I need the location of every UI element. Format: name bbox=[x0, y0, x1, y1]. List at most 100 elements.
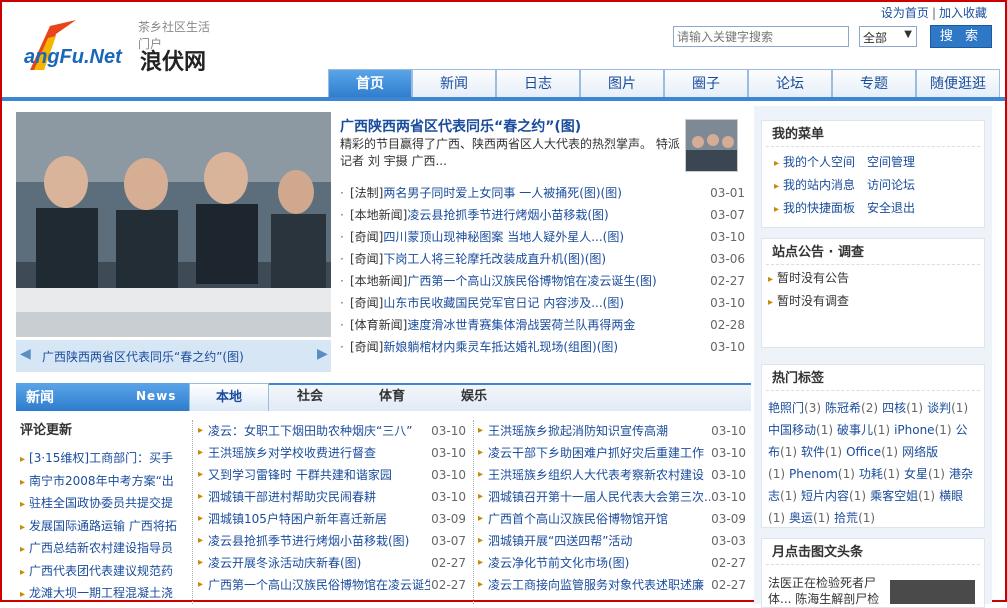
news-title[interactable]: 凌云净化节前文化市场(图) bbox=[488, 552, 710, 574]
list-item[interactable]: ▸ [3·15维权]工商部门：买手 bbox=[20, 447, 180, 470]
news-title[interactable]: 广西第一个高山汉族民俗博物馆在凌云诞生 bbox=[208, 574, 430, 596]
list-item[interactable]: ▸ 凌云净化节前文化市场(图) 02-27 bbox=[478, 552, 746, 574]
list-item[interactable]: ▸ 凌云：女职工下烟田助农种烟庆“三八” 03-10 bbox=[198, 420, 466, 442]
news-title[interactable]: 王洪瑶族乡组织人大代表考察新农村建设 bbox=[488, 464, 710, 486]
list-item[interactable]: ▸ 泗城镇开展“四送四帮”活动 03-03 bbox=[478, 530, 746, 552]
tag-link[interactable]: 横眼 bbox=[939, 489, 963, 503]
nav-browse[interactable]: 随便逛逛 bbox=[916, 69, 1000, 98]
comment-text[interactable]: 南宁市2008年中考方案“出 bbox=[29, 474, 174, 488]
tag-link[interactable]: 谈判 bbox=[927, 401, 951, 415]
news-title[interactable]: 凌云县抢抓季节进行烤烟小苗移栽(图) bbox=[407, 208, 608, 222]
feature-photo[interactable] bbox=[16, 112, 331, 337]
search-button[interactable]: 搜 索 bbox=[930, 25, 992, 48]
tag-link[interactable]: 网络版 bbox=[902, 445, 938, 459]
news-title[interactable]: 王洪瑶族乡掀起消防知识宣传高潮 bbox=[488, 420, 710, 442]
news-title[interactable]: 泗城镇105户特困户新年喜迁新居 bbox=[208, 508, 430, 530]
list-item[interactable]: ▸ 泗城镇召开第十一届人民代表大会第三次... 03-10 bbox=[478, 486, 746, 508]
news-title[interactable]: 四川蒙顶山现神秘图案 当地人疑外星人...(图) bbox=[383, 230, 624, 244]
list-item[interactable]: ▸ 凌云县抢抓季节进行烤烟小苗移栽(图) 03-07 bbox=[198, 530, 466, 552]
tag-link[interactable]: 乘客空姐 bbox=[870, 489, 918, 503]
search-scope-select[interactable]: 全部 ▼ bbox=[859, 26, 917, 47]
news-title[interactable]: 凌云：女职工下烟田助农种烟庆“三八” bbox=[208, 420, 430, 442]
menu-logout[interactable]: 安全退出 bbox=[867, 201, 915, 215]
menu-messages[interactable]: 我的站内消息 bbox=[783, 178, 855, 192]
menu-my-space[interactable]: 我的个人空间 bbox=[783, 155, 855, 169]
news-title[interactable]: 广西第一个高山汉族民俗博物馆在凌云诞生(图) bbox=[407, 274, 656, 288]
headline-title[interactable]: 广西陕西两省区代表同乐“春之约”(图) bbox=[340, 116, 581, 136]
tag-link[interactable]: 女星 bbox=[904, 467, 928, 481]
tag-link[interactable]: 艳照门 bbox=[768, 401, 804, 415]
tag-link[interactable]: 拾荒 bbox=[834, 511, 858, 525]
list-item[interactable]: ▸ 凌云工商接向监管服务对象代表述职述廉 02-27 bbox=[478, 574, 746, 596]
tag-link[interactable]: 奥运 bbox=[789, 511, 813, 525]
news-title[interactable]: 下岗工人将三轮摩托改装成直升机(图)(图) bbox=[383, 252, 606, 266]
news-title[interactable]: 新娘躺棺材内乘灵车抵达婚礼现场(组图)(图) bbox=[383, 340, 618, 354]
nav-forum[interactable]: 论坛 bbox=[748, 69, 832, 98]
tab-local[interactable]: 本地 bbox=[189, 383, 269, 411]
menu-forum[interactable]: 访问论坛 bbox=[867, 178, 915, 192]
menu-space-admin[interactable]: 空间管理 bbox=[867, 155, 915, 169]
tag-link[interactable]: 破事儿 bbox=[837, 423, 873, 437]
list-item[interactable]: ▸ 王洪瑶族乡组织人大代表考察新农村建设 03-10 bbox=[478, 464, 746, 486]
list-item[interactable]: ▸ 广西第一个高山汉族民俗博物馆在凌云诞生 02-27 bbox=[198, 574, 466, 596]
list-item[interactable]: · [奇闻]山东市民收藏国民党军官日记 内容涉及...(图) 03-10 bbox=[340, 292, 745, 314]
news-title[interactable]: 泗城镇召开第十一届人民代表大会第三次... bbox=[488, 486, 710, 508]
nav-photos[interactable]: 图片 bbox=[580, 69, 664, 98]
next-arrow-icon[interactable]: ▶ bbox=[317, 346, 328, 364]
comment-text[interactable]: 驻桂全国政协委员共提交提 bbox=[29, 496, 173, 510]
tab-society[interactable]: 社会 bbox=[270, 383, 350, 411]
nav-news[interactable]: 新闻 bbox=[412, 69, 496, 98]
news-title[interactable]: 凌云工商接向监管服务对象代表述职述廉 bbox=[488, 574, 710, 596]
comment-text[interactable]: 发展国际通路运输 广西将拓 bbox=[29, 519, 177, 533]
list-item[interactable]: ▸ 凌云干部下乡助困难户抓好灾后重建工作 03-10 bbox=[478, 442, 746, 464]
hot-image-text[interactable]: 法医正在检验死者尸体... 陈海生解剖尸检 bbox=[768, 575, 880, 607]
tag-link[interactable]: 四核 bbox=[882, 401, 906, 415]
list-item[interactable]: ▸ 王洪瑶族乡掀起消防知识宣传高潮 03-10 bbox=[478, 420, 746, 442]
prev-arrow-icon[interactable]: ◀ bbox=[20, 346, 31, 364]
nav-topics[interactable]: 专题 bbox=[832, 69, 916, 98]
headline-thumbnail[interactable] bbox=[685, 119, 738, 172]
comment-text[interactable]: 龙滩大坝一期工程混凝土浇 bbox=[29, 586, 173, 600]
list-item[interactable]: · [奇闻]下岗工人将三轮摩托改装成直升机(图)(图) 03-06 bbox=[340, 248, 745, 270]
comment-text[interactable]: 广西总结新农村建设指导员 bbox=[29, 541, 173, 555]
nav-home[interactable]: 首页 bbox=[328, 69, 412, 98]
news-title[interactable]: 泗城镇干部进村帮助灾民闹春耕 bbox=[208, 486, 430, 508]
tag-link[interactable]: Office bbox=[846, 445, 881, 459]
list-item[interactable]: ▸ 凌云开展冬泳活动庆新春(图) 02-27 bbox=[198, 552, 466, 574]
tag-link[interactable]: 短片内容 bbox=[801, 489, 849, 503]
list-item[interactable]: · [法制]两名男子同时爱上女同事 一人被捅死(图)(图) 03-01 bbox=[340, 182, 745, 204]
list-item[interactable]: ▸ 龙滩大坝一期工程混凝土浇 bbox=[20, 582, 180, 605]
nav-circles[interactable]: 圈子 bbox=[664, 69, 748, 98]
tab-entertainment[interactable]: 娱乐 bbox=[434, 383, 514, 411]
news-title[interactable]: 凌云干部下乡助困难户抓好灾后重建工作 bbox=[488, 442, 710, 464]
tag-link[interactable]: iPhone bbox=[894, 423, 935, 437]
list-item[interactable]: ▸ 泗城镇105户特困户新年喜迁新居 03-09 bbox=[198, 508, 466, 530]
news-title[interactable]: 凌云开展冬泳活动庆新春(图) bbox=[208, 552, 430, 574]
tag-link[interactable]: 中国移动 bbox=[768, 423, 816, 437]
list-item[interactable]: ▸ 发展国际通路运输 广西将拓 bbox=[20, 515, 180, 538]
news-title[interactable]: 山东市民收藏国民党军官日记 内容涉及...(图) bbox=[383, 296, 624, 310]
list-item[interactable]: ▸ 广西首个高山汉族民俗博物馆开馆 03-09 bbox=[478, 508, 746, 530]
news-title[interactable]: 泗城镇开展“四送四帮”活动 bbox=[488, 530, 710, 552]
news-title[interactable]: 广西首个高山汉族民俗博物馆开馆 bbox=[488, 508, 710, 530]
feature-caption[interactable]: 广西陕西两省区代表同乐“春之约”(图) bbox=[42, 348, 244, 365]
tag-link[interactable]: 陈冠希 bbox=[825, 401, 861, 415]
news-title[interactable]: 王洪瑶族乡对学校收费进行督查 bbox=[208, 442, 430, 464]
tag-link[interactable]: 功耗 bbox=[859, 467, 883, 481]
comment-text[interactable]: [3·15维权]工商部门：买手 bbox=[29, 451, 173, 465]
list-item[interactable]: ▸ 泗城镇干部进村帮助灾民闹春耕 03-10 bbox=[198, 486, 466, 508]
list-item[interactable]: ▸ 南宁市2008年中考方案“出 bbox=[20, 470, 180, 493]
site-logo[interactable]: angFu.Net 浪伏网 茶乡社区生活门户 bbox=[20, 16, 220, 76]
list-item[interactable]: · [本地新闻]广西第一个高山汉族民俗博物馆在凌云诞生(图) 02-27 bbox=[340, 270, 745, 292]
add-favorite-link[interactable]: 加入收藏 bbox=[939, 6, 987, 20]
tab-sports[interactable]: 体育 bbox=[352, 383, 432, 411]
news-title[interactable]: 凌云县抢抓季节进行烤烟小苗移栽(图) bbox=[208, 530, 430, 552]
news-title[interactable]: 两名男子同时爱上女同事 一人被捅死(图)(图) bbox=[383, 186, 622, 200]
set-homepage-link[interactable]: 设为首页 bbox=[881, 6, 929, 20]
news-title[interactable]: 速度滑冰世青赛集体滑战罢荷兰队再得两金 bbox=[407, 318, 635, 332]
list-item[interactable]: ▸ 广西总结新农村建设指导员 bbox=[20, 537, 180, 560]
hot-image-thumbnail[interactable] bbox=[890, 580, 975, 604]
list-item[interactable]: · [奇闻]四川蒙顶山现神秘图案 当地人疑外星人...(图) 03-10 bbox=[340, 226, 745, 248]
list-item[interactable]: ▸ 广西代表团代表建议规范药 bbox=[20, 560, 180, 583]
nav-blog[interactable]: 日志 bbox=[496, 69, 580, 98]
